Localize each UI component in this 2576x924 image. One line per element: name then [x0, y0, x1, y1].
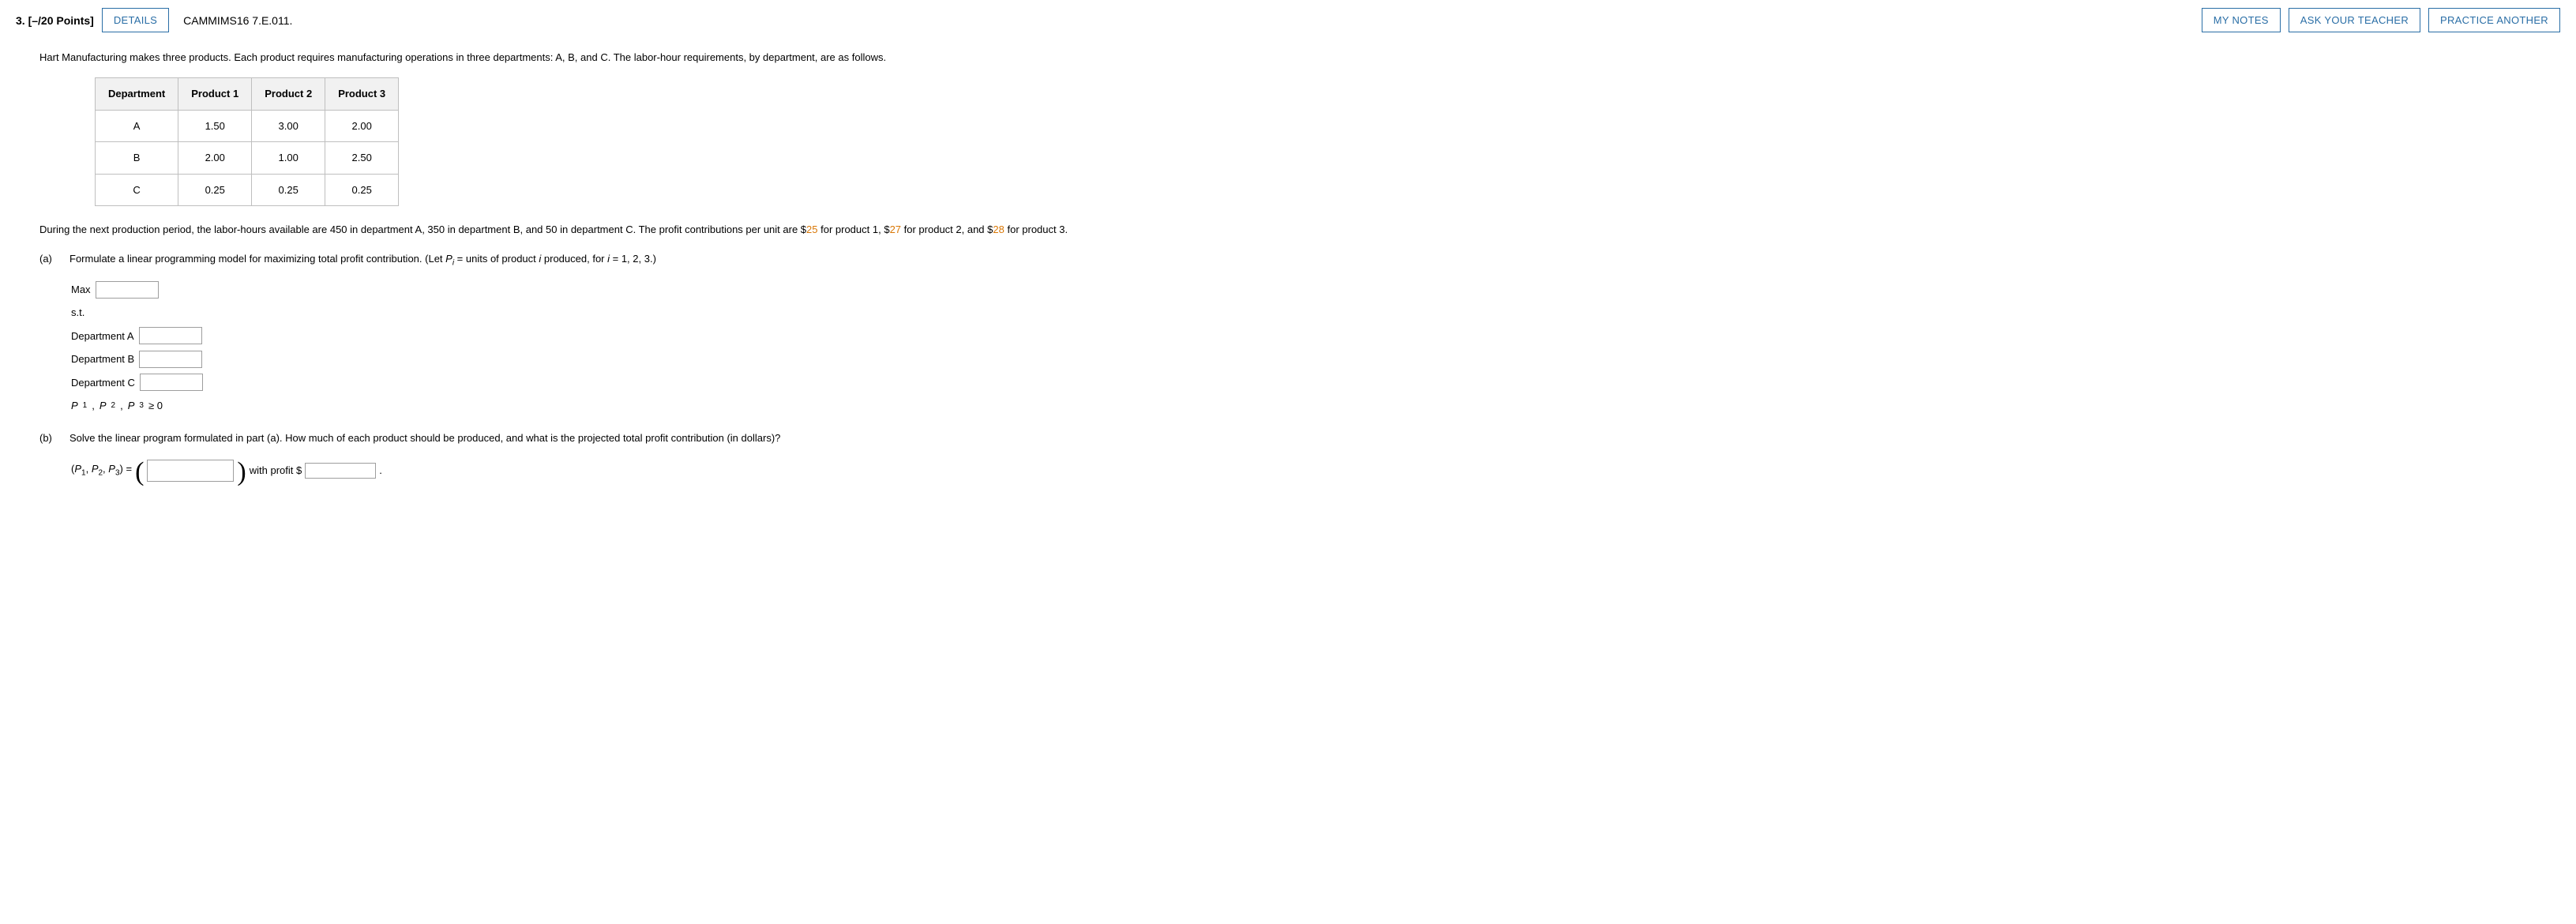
ask-teacher-button[interactable]: ASK YOUR TEACHER — [2289, 8, 2420, 32]
part-a-text: Formulate a linear programming model for… — [69, 250, 656, 271]
part-a-label: (a) — [39, 250, 62, 271]
details-button[interactable]: DETAILS — [102, 8, 169, 32]
dept-b-input[interactable] — [139, 351, 202, 368]
profit-input[interactable] — [305, 463, 376, 479]
table-header: Product 1 — [178, 78, 252, 110]
part-b-text: Solve the linear program formulated in p… — [69, 429, 780, 447]
big-paren-open-icon: ( — [135, 459, 144, 486]
dept-b-label: Department B — [71, 350, 134, 368]
period: . — [379, 461, 382, 479]
with-profit-label: with profit $ — [250, 461, 302, 479]
solution-tuple-label: (P1, P2, P3) = — [71, 460, 132, 481]
solution-tuple-input[interactable] — [147, 460, 234, 482]
table-header: Product 3 — [325, 78, 399, 110]
profit-value-3: 28 — [993, 223, 1004, 235]
reference-code: CAMMIMS16 7.E.011. — [183, 14, 292, 27]
dept-c-label: Department C — [71, 374, 135, 392]
table-row: A1.503.002.00 — [96, 110, 399, 141]
part-b-label: (b) — [39, 429, 62, 447]
practice-another-button[interactable]: PRACTICE ANOTHER — [2428, 8, 2560, 32]
nonnegativity-constraint: P1, P2, P3 ≥ 0 — [71, 396, 2560, 415]
question-number: 3. [–/20 Points] — [16, 14, 94, 27]
big-paren-close-icon: ) — [237, 459, 246, 486]
dept-c-input[interactable] — [140, 374, 203, 391]
table-row: C0.250.250.25 — [96, 174, 399, 205]
labor-hours-table: Department Product 1 Product 2 Product 3… — [95, 77, 399, 206]
dept-a-input[interactable] — [139, 327, 202, 344]
objective-input[interactable] — [96, 281, 159, 299]
profit-value-1: 25 — [806, 223, 817, 235]
subject-to-label: s.t. — [71, 303, 2560, 321]
intro-paragraph: Hart Manufacturing makes three products.… — [39, 48, 2560, 66]
table-header: Product 2 — [252, 78, 325, 110]
table-header: Department — [96, 78, 178, 110]
table-row: B2.001.002.50 — [96, 142, 399, 174]
profit-paragraph: During the next production period, the l… — [39, 220, 2560, 239]
dept-a-label: Department A — [71, 327, 134, 345]
my-notes-button[interactable]: MY NOTES — [2202, 8, 2281, 32]
profit-value-2: 27 — [890, 223, 901, 235]
max-label: Max — [71, 280, 91, 299]
